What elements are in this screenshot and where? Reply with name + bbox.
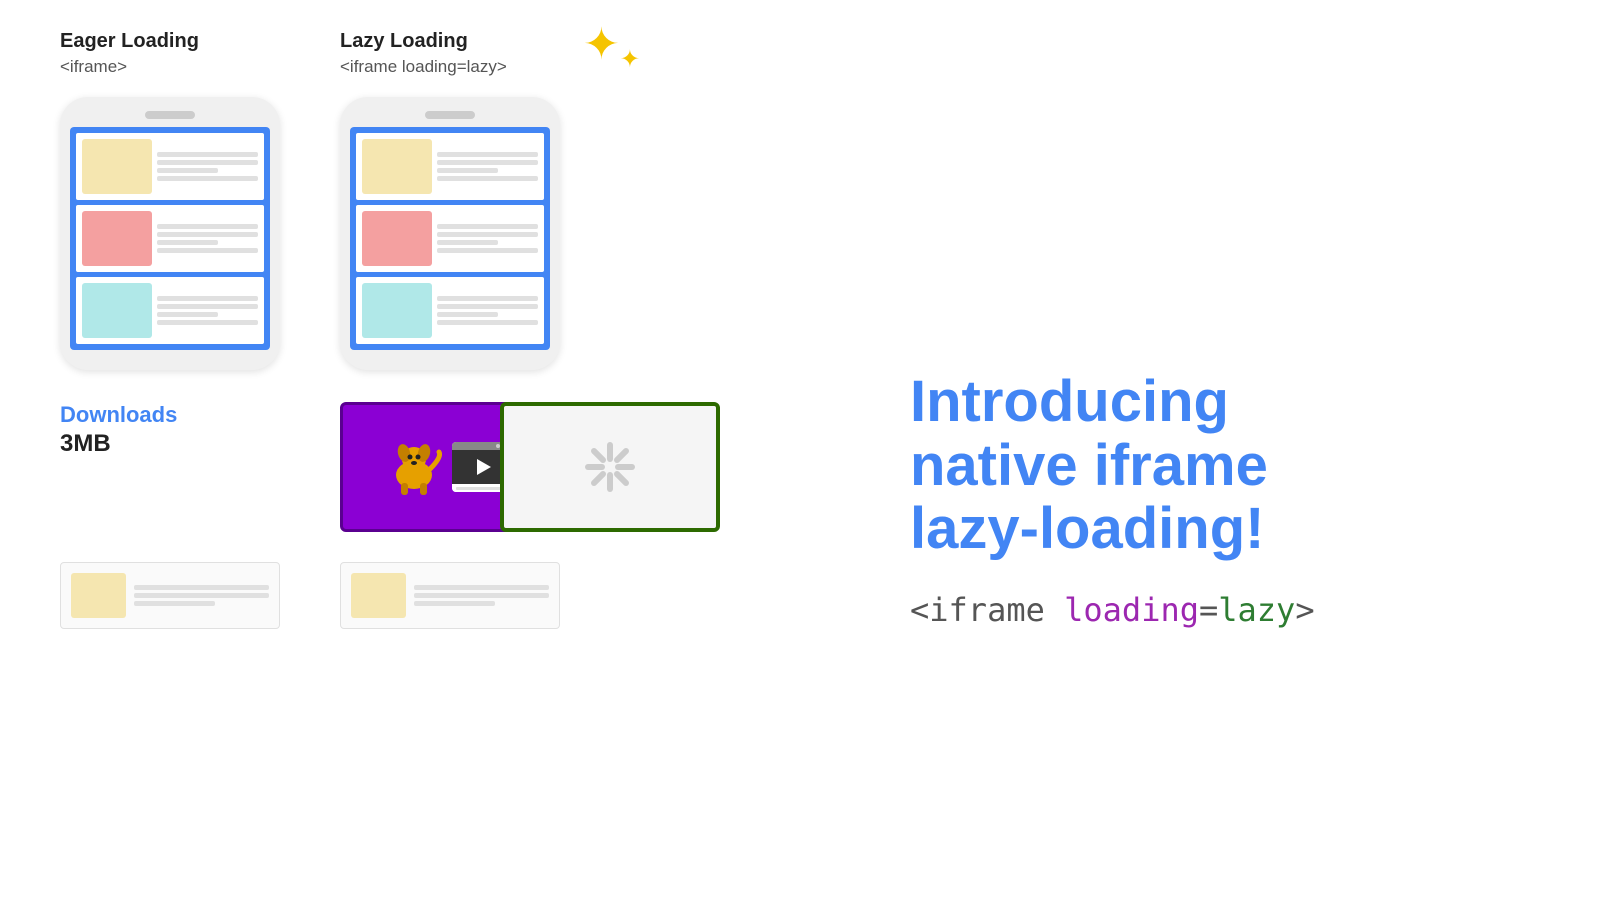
- code-attr-name: loading: [1064, 591, 1199, 629]
- eager-title: Eager Loading: [60, 30, 280, 53]
- line: [437, 248, 538, 253]
- line: [437, 152, 538, 157]
- line: [437, 296, 538, 301]
- lazy-code: <iframe loading=lazy>: [340, 57, 560, 77]
- eager-downloads-label: Downloads: [60, 402, 177, 428]
- lazy-lines-3: [437, 283, 538, 338]
- lazy-block-3: [362, 283, 432, 338]
- line: [437, 312, 498, 317]
- dog-icon: [384, 437, 444, 497]
- big-star-icon: ✦: [583, 23, 620, 67]
- lazy-row-1: [356, 133, 544, 200]
- line: [134, 593, 269, 598]
- line: [157, 304, 258, 309]
- main-container: Eager Loading <iframe> Lazy Loading <ifr…: [0, 0, 1600, 919]
- right-section: Introducing native iframe lazy-loading! …: [850, 30, 1540, 889]
- eager-lines-1: [157, 139, 258, 194]
- line: [414, 601, 495, 606]
- sparkle-decoration: ✦✦: [583, 20, 640, 70]
- line: [437, 168, 498, 173]
- line: [157, 224, 258, 229]
- line: [157, 168, 218, 173]
- line: [157, 176, 258, 181]
- line: [437, 232, 538, 237]
- line: [437, 160, 538, 165]
- introducing-text: Introducing native iframe lazy-loading!: [910, 370, 1540, 561]
- below-phones-row: [60, 562, 810, 629]
- line: [414, 585, 549, 590]
- line: [437, 176, 538, 181]
- line: [437, 224, 538, 229]
- eager-row-2: [76, 205, 264, 272]
- lazy-block-1: [362, 139, 432, 194]
- code-equals: =: [1199, 591, 1218, 629]
- line: [437, 304, 538, 309]
- line: [157, 232, 258, 237]
- line: [157, 240, 218, 245]
- intro-line3: lazy-loading!: [910, 496, 1264, 561]
- phone-notch-lazy: [425, 111, 475, 119]
- line: [157, 320, 258, 325]
- eager-block-2: [82, 211, 152, 266]
- lazy-header: Lazy Loading <iframe loading=lazy> ✦✦: [340, 30, 560, 89]
- eager-row-1: [76, 133, 264, 200]
- eager-code: <iframe>: [60, 57, 280, 77]
- phone-notch-eager: [145, 111, 195, 119]
- line: [134, 601, 215, 606]
- headers-row: Eager Loading <iframe> Lazy Loading <ifr…: [60, 30, 810, 89]
- eager-downloads-size: 3MB: [60, 430, 111, 458]
- line: [414, 593, 549, 598]
- left-section: Eager Loading <iframe> Lazy Loading <ifr…: [60, 30, 810, 889]
- spinner-icon: [580, 437, 640, 497]
- line: [157, 152, 258, 157]
- lazy-row-3: [356, 277, 544, 344]
- code-prefix: <iframe: [910, 591, 1064, 629]
- phones-row: [60, 97, 810, 370]
- eager-block-3: [82, 283, 152, 338]
- line: [134, 585, 269, 590]
- eager-lines-2: [157, 211, 258, 266]
- eager-downloads-group: Downloads 3MB: [60, 402, 280, 532]
- eager-row-3: [76, 277, 264, 344]
- intro-line1: Introducing: [910, 369, 1229, 434]
- card-lines-lazy: [414, 573, 549, 618]
- lazy-iframe-box: [500, 402, 720, 532]
- code-snippet: <iframe loading=lazy>: [910, 591, 1540, 629]
- line: [437, 240, 498, 245]
- lazy-title: Lazy Loading: [340, 30, 560, 53]
- lazy-phone: [340, 97, 560, 370]
- eager-bottom-card: [60, 562, 280, 629]
- dog-container: [384, 437, 444, 497]
- eager-lines-3: [157, 283, 258, 338]
- lazy-bottom-card: [340, 562, 560, 629]
- play-button-icon: [477, 459, 491, 475]
- code-suffix: >: [1295, 591, 1314, 629]
- intro-line2: native iframe: [910, 433, 1268, 498]
- line: [157, 312, 218, 317]
- card-lines-eager: [134, 573, 269, 618]
- eager-phone-panel: [70, 127, 270, 350]
- line: [157, 248, 258, 253]
- eager-phone-screen: [70, 127, 270, 350]
- line: [437, 320, 538, 325]
- line: [157, 160, 258, 165]
- eager-phone: [60, 97, 280, 370]
- card-thumb-eager: [71, 573, 126, 618]
- eager-header: Eager Loading <iframe>: [60, 30, 280, 89]
- small-star-icon: ✦: [620, 48, 640, 72]
- lazy-lines-2: [437, 211, 538, 266]
- lazy-phone-screen: [350, 127, 550, 350]
- eager-block-1: [82, 139, 152, 194]
- card-thumb-lazy: [351, 573, 406, 618]
- lazy-block-2: [362, 211, 432, 266]
- lazy-lines-1: [437, 139, 538, 194]
- lazy-row-2: [356, 205, 544, 272]
- lazy-phone-panel: [350, 127, 550, 350]
- line: [157, 296, 258, 301]
- code-attr-value: lazy: [1218, 591, 1295, 629]
